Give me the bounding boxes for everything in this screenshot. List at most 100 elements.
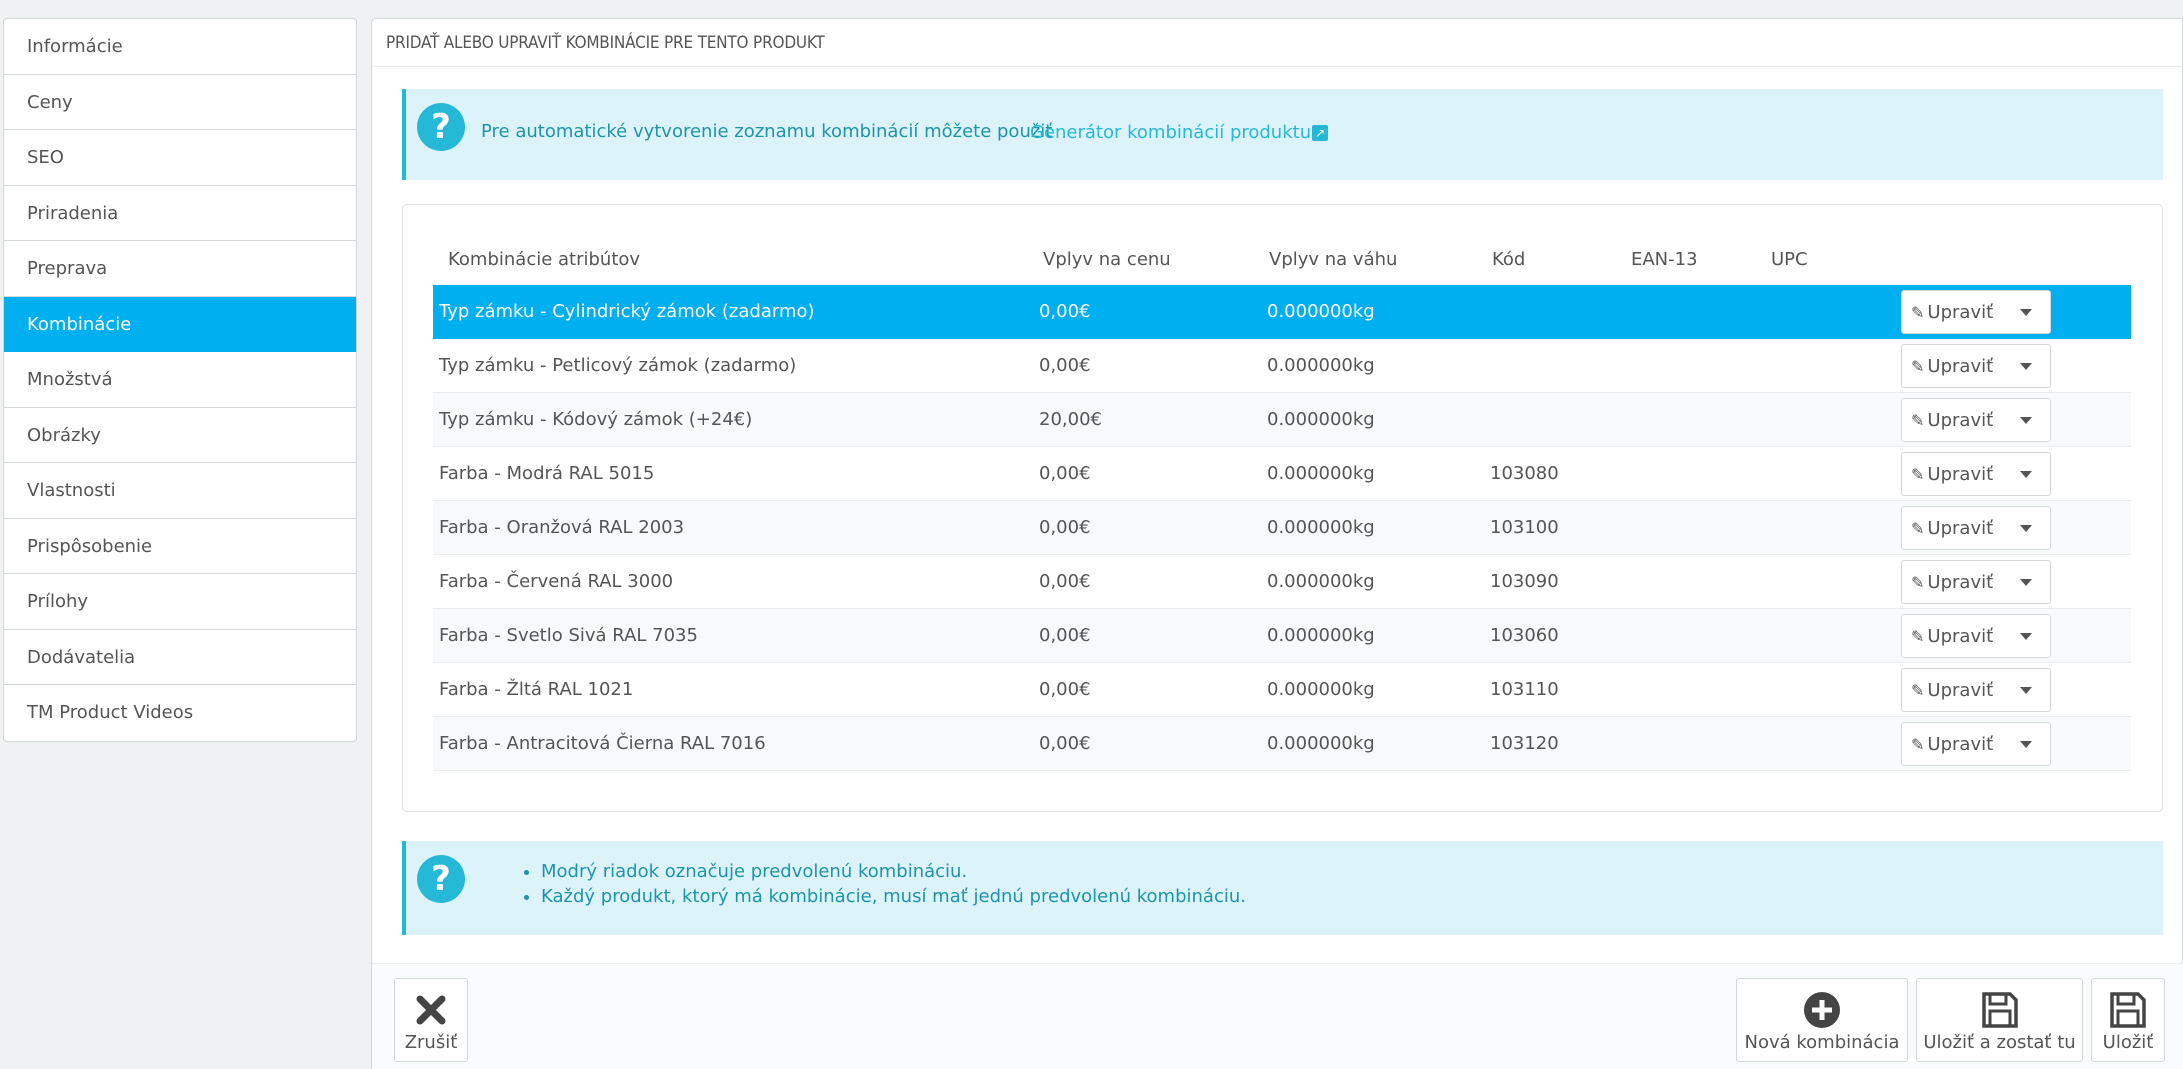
sidebar-item-informacie[interactable]: Informácie (4, 19, 356, 75)
cell-attribute-name: Farba - Žltá RAL 1021 (439, 679, 634, 700)
generator-link[interactable]: Generátor kombinácií produktu ↗ (1030, 122, 1329, 143)
cell-code: 103060 (1490, 625, 1559, 646)
save-button[interactable]: Uložiť (2091, 978, 2165, 1062)
external-link-icon[interactable]: ↗ (1312, 125, 1329, 141)
edit-label: Upraviť (1927, 734, 1994, 755)
cell-weight-impact: 0.000000kg (1267, 301, 1375, 322)
notes-alert: ? Modrý riadok označuje predvolenú kombi… (402, 841, 2163, 935)
edit-button[interactable]: ✎ Upraviť (1911, 572, 1993, 593)
new-combination-button[interactable]: Nová kombinácia (1736, 978, 1908, 1062)
caret-down-icon[interactable] (2020, 633, 2032, 640)
cell-weight-impact: 0.000000kg (1267, 571, 1375, 592)
edit-button[interactable]: ✎ Upraviť (1911, 464, 1993, 485)
floppy-disk-icon (1981, 992, 2018, 1028)
cell-weight-impact: 0.000000kg (1267, 517, 1375, 538)
edit-button[interactable]: ✎ Upraviť (1911, 626, 1993, 647)
cancel-button[interactable]: Zrušiť (394, 978, 468, 1062)
cell-weight-impact: 0.000000kg (1267, 679, 1375, 700)
edit-button[interactable]: ✎ Upraviť (1911, 680, 1993, 701)
save-and-stay-label: Uložiť a zostať tu (1923, 1032, 2076, 1053)
cell-price-impact: 0,00€ (1039, 463, 1091, 484)
new-combination-label: Nová kombinácia (1744, 1032, 1900, 1053)
cell-weight-impact: 0.000000kg (1267, 625, 1375, 646)
sidebar-item-tm-product-videos[interactable]: TM Product Videos (4, 685, 356, 741)
header-price: Vplyv na cenu (1043, 249, 1171, 270)
cell-weight-impact: 0.000000kg (1267, 463, 1375, 484)
cell-price-impact: 20,00€ (1039, 409, 1102, 430)
sidebar-item-dodavatelia[interactable]: Dodávatelia (4, 630, 356, 685)
caret-down-icon[interactable] (2020, 579, 2032, 586)
edit-button-group: ✎ Upraviť (1901, 668, 2051, 712)
cell-attribute-name: Farba - Modrá RAL 5015 (439, 463, 655, 484)
cell-code: 103120 (1490, 733, 1559, 754)
header-attributes: Kombinácie atribútov (448, 249, 641, 270)
caret-down-icon[interactable] (2020, 741, 2032, 748)
header-ean: EAN-13 (1631, 249, 1698, 270)
header-code: Kód (1492, 249, 1526, 270)
sidebar-item-kombinacie[interactable]: Kombinácie (4, 296, 356, 352)
sidebar-item-vlastnosti[interactable]: Vlastnosti (4, 463, 356, 519)
table-row-default: Typ zámku - Cylindrický zámok (zadarmo) 0… (433, 285, 2131, 339)
pencil-icon: ✎ (1911, 573, 1925, 592)
header-weight: Vplyv na váhu (1269, 249, 1398, 270)
pencil-icon: ✎ (1911, 681, 1925, 700)
edit-button[interactable]: ✎ Upraviť (1911, 410, 1993, 431)
cell-price-impact: 0,00€ (1039, 355, 1091, 376)
edit-label: Upraviť (1927, 680, 1994, 701)
edit-label: Upraviť (1927, 464, 1994, 485)
edit-button[interactable]: ✎ Upraviť (1911, 734, 1993, 755)
combinations-panel: PRIDAŤ ALEBO UPRAVIŤ KOMBINÁCIE PRE TENT… (371, 18, 2183, 1069)
cell-attribute-name: Farba - Oranžová RAL 2003 (439, 517, 685, 538)
edit-label: Upraviť (1927, 518, 1994, 539)
sidebar-item-preprava[interactable]: Preprava (4, 241, 356, 297)
edit-button[interactable]: ✎ Upraviť (1911, 302, 1993, 323)
table-row: Farba - Červená RAL 3000 0,00€ 0.000000kg 1… (433, 555, 2131, 609)
caret-down-icon[interactable] (2020, 687, 2032, 694)
table-row: Farba - Oranžová RAL 2003 0,00€ 0.000000kg… (433, 501, 2131, 555)
panel-heading: PRIDAŤ ALEBO UPRAVIŤ KOMBINÁCIE PRE TENT… (372, 19, 2182, 67)
cell-attribute-name: Typ zámku - Cylindrický zámok (zadarmo) (439, 301, 815, 322)
sidebar-item-mnozstva[interactable]: Množstvá (4, 352, 356, 408)
cell-weight-impact: 0.000000kg (1267, 733, 1375, 754)
edit-button[interactable]: ✎ Upraviť (1911, 356, 1993, 377)
header-upc: UPC (1771, 249, 1808, 270)
caret-down-icon[interactable] (2020, 363, 2032, 370)
cell-attribute-name: Farba - Antracitová Čierna RAL 7016 (439, 733, 766, 754)
sidebar-item-prilohy[interactable]: Prílohy (4, 574, 356, 630)
sidebar-item-seo[interactable]: SEO (4, 130, 356, 186)
edit-button-group: ✎ Upraviť (1901, 560, 2051, 604)
caret-down-icon[interactable] (2020, 309, 2032, 316)
sidebar-item-priradenia[interactable]: Priradenia (4, 186, 356, 241)
edit-button-group: ✎ Upraviť (1901, 452, 2051, 496)
table-row: Farba - Žltá RAL 1021 0,00€ 0.000000kg 1031… (433, 663, 2131, 717)
pencil-icon: ✎ (1911, 735, 1925, 754)
caret-down-icon[interactable] (2020, 525, 2032, 532)
cell-price-impact: 0,00€ (1039, 625, 1091, 646)
caret-down-icon[interactable] (2020, 471, 2032, 478)
question-circle-icon: ? (417, 855, 465, 903)
cell-code: 103100 (1490, 517, 1559, 538)
edit-button-group: ✎ Upraviť (1901, 398, 2051, 442)
edit-label: Upraviť (1927, 410, 1994, 431)
caret-down-icon[interactable] (2020, 417, 2032, 424)
plus-circle-icon (1804, 992, 1840, 1028)
save-and-stay-button[interactable]: Uložiť a zostať tu (1916, 978, 2083, 1062)
edit-button-group: ✎ Upraviť (1901, 614, 2051, 658)
generator-link-label[interactable]: Generátor kombinácií produktu (1030, 122, 1311, 143)
edit-button[interactable]: ✎ Upraviť (1911, 518, 1993, 539)
cell-price-impact: 0,00€ (1039, 301, 1091, 322)
close-icon (416, 995, 446, 1025)
edit-button-group: ✎ Upraviť (1901, 722, 2051, 766)
sidebar-item-prisposobenie[interactable]: Prispôsobenie (4, 519, 356, 574)
cell-weight-impact: 0.000000kg (1267, 409, 1375, 430)
cell-price-impact: 0,00€ (1039, 679, 1091, 700)
pencil-icon: ✎ (1911, 627, 1925, 646)
table-row: Farba - Modrá RAL 5015 0,00€ 0.000000kg 103… (433, 447, 2131, 501)
pencil-icon: ✎ (1911, 411, 1925, 430)
edit-button-group: ✎ Upraviť (1901, 344, 2051, 388)
combinations-table: Kombinácie atribútov Vplyv na cenu Vplyv… (402, 204, 2163, 812)
cell-code: 103090 (1490, 571, 1559, 592)
sidebar-item-ceny[interactable]: Ceny (4, 75, 356, 130)
sidebar-item-obrazky[interactable]: Obrázky (4, 408, 356, 463)
generator-info-text: Pre automatické vytvorenie zoznamu kombi… (481, 121, 1053, 142)
